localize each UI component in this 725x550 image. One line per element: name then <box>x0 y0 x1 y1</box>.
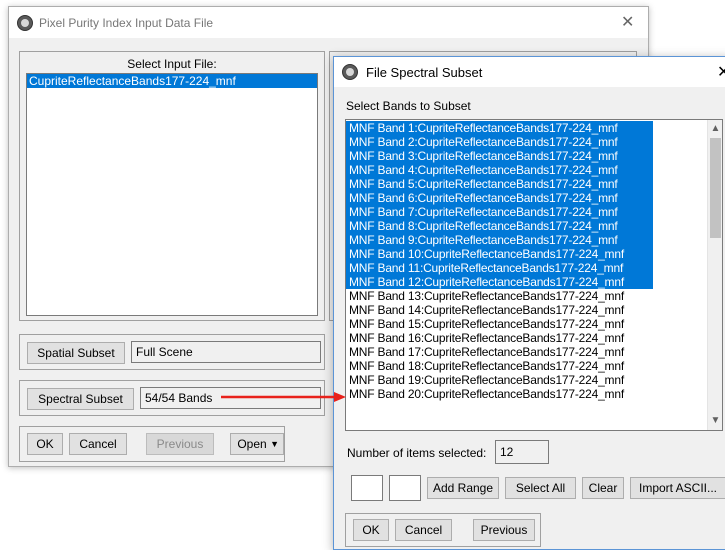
close-icon[interactable]: ✕ <box>717 62 725 81</box>
band-list-item[interactable]: MNF Band 9:CupriteReflectanceBands177-22… <box>346 233 653 247</box>
spectral-subset-group: Spectral Subset 54/54 Bands <box>19 380 325 416</box>
app-icon <box>342 64 358 80</box>
spectral-ok-button[interactable]: OK <box>353 519 389 541</box>
select-input-label: Select Input File: <box>127 57 217 71</box>
select-all-button[interactable]: Select All <box>505 477 576 499</box>
select-bands-label: Select Bands to Subset <box>346 99 471 113</box>
input-file-item[interactable]: CupriteReflectanceBands177-224_mnf <box>27 74 317 88</box>
band-list-item[interactable]: MNF Band 16:CupriteReflectanceBands177-2… <box>346 331 722 345</box>
band-list-item[interactable]: MNF Band 2:CupriteReflectanceBands177-22… <box>346 135 653 149</box>
app-icon <box>17 15 33 31</box>
items-selected-label: Number of items selected: <box>347 446 487 460</box>
spatial-subset-button[interactable]: Spatial Subset <box>27 342 125 364</box>
import-ascii-button[interactable]: Import ASCII... <box>630 477 725 499</box>
spectral-button-bar: OK Cancel Previous <box>345 513 541 547</box>
spectral-cancel-button[interactable]: Cancel <box>395 519 452 541</box>
band-list-item[interactable]: MNF Band 15:CupriteReflectanceBands177-2… <box>346 317 722 331</box>
band-list-item[interactable]: MNF Band 14:CupriteReflectanceBands177-2… <box>346 303 722 317</box>
spectral-subset-window: File Spectral Subset ✕ Select Bands to S… <box>333 56 725 550</box>
ppi-window-title: Pixel Purity Index Input Data File <box>39 16 214 30</box>
range-start-input[interactable] <box>351 475 383 501</box>
band-list-item[interactable]: MNF Band 10:CupriteReflectanceBands177-2… <box>346 247 653 261</box>
clear-button[interactable]: Clear <box>582 477 624 499</box>
open-button-label: Open <box>237 437 267 451</box>
spatial-subset-value: Full Scene <box>131 341 321 363</box>
band-list-item[interactable]: MNF Band 3:CupriteReflectanceBands177-22… <box>346 149 653 163</box>
band-list-item[interactable]: MNF Band 20:CupriteReflectanceBands177-2… <box>346 387 722 401</box>
add-range-button[interactable]: Add Range <box>427 477 499 499</box>
dropdown-arrow-icon: ▼ <box>270 439 279 449</box>
input-file-list[interactable]: CupriteReflectanceBands177-224_mnf <box>26 73 318 316</box>
band-list-item[interactable]: MNF Band 18:CupriteReflectanceBands177-2… <box>346 359 722 373</box>
spectral-subset-value: 54/54 Bands <box>140 387 321 409</box>
ppi-ok-button[interactable]: OK <box>27 433 63 455</box>
spectral-previous-button[interactable]: Previous <box>473 519 535 541</box>
band-list-item[interactable]: MNF Band 1:CupriteReflectanceBands177-22… <box>346 121 653 135</box>
band-list-item[interactable]: MNF Band 13:CupriteReflectanceBands177-2… <box>346 289 722 303</box>
items-selected-value: 12 <box>495 440 549 464</box>
range-end-input[interactable] <box>389 475 421 501</box>
scroll-up-icon[interactable]: ▲ <box>708 121 722 137</box>
band-list-item[interactable]: MNF Band 6:CupriteReflectanceBands177-22… <box>346 191 653 205</box>
band-list-item[interactable]: MNF Band 17:CupriteReflectanceBands177-2… <box>346 345 722 359</box>
band-list-item[interactable]: MNF Band 12:CupriteReflectanceBands177-2… <box>346 275 653 289</box>
band-list-item[interactable]: MNF Band 19:CupriteReflectanceBands177-2… <box>346 373 722 387</box>
band-list[interactable]: MNF Band 1:CupriteReflectanceBands177-22… <box>345 119 723 431</box>
band-list-scrollbar[interactable]: ▲ ▼ <box>707 120 722 430</box>
spectral-window-title: File Spectral Subset <box>366 65 483 80</box>
select-input-group: Select Input File: CupriteReflectanceBan… <box>19 51 325 321</box>
band-list-item[interactable]: MNF Band 8:CupriteReflectanceBands177-22… <box>346 219 653 233</box>
band-list-item[interactable]: MNF Band 4:CupriteReflectanceBands177-22… <box>346 163 653 177</box>
spectral-titlebar[interactable]: File Spectral Subset ✕ <box>334 57 725 87</box>
ppi-previous-button[interactable]: Previous <box>146 433 214 455</box>
ppi-cancel-button[interactable]: Cancel <box>69 433 127 455</box>
spectral-subset-button[interactable]: Spectral Subset <box>27 388 134 410</box>
ppi-button-bar: OK Cancel Previous Open ▼ <box>19 426 285 462</box>
band-list-item[interactable]: MNF Band 5:CupriteReflectanceBands177-22… <box>346 177 653 191</box>
band-list-item[interactable]: MNF Band 11:CupriteReflectanceBands177-2… <box>346 261 653 275</box>
spatial-subset-group: Spatial Subset Full Scene <box>19 334 325 370</box>
band-list-item[interactable]: MNF Band 7:CupriteReflectanceBands177-22… <box>346 205 653 219</box>
scroll-thumb[interactable] <box>710 138 721 238</box>
ppi-titlebar[interactable]: Pixel Purity Index Input Data File ✕ <box>9 7 648 38</box>
open-button[interactable]: Open ▼ <box>230 433 284 455</box>
close-icon[interactable]: ✕ <box>621 12 634 31</box>
scroll-down-icon[interactable]: ▼ <box>708 413 722 429</box>
